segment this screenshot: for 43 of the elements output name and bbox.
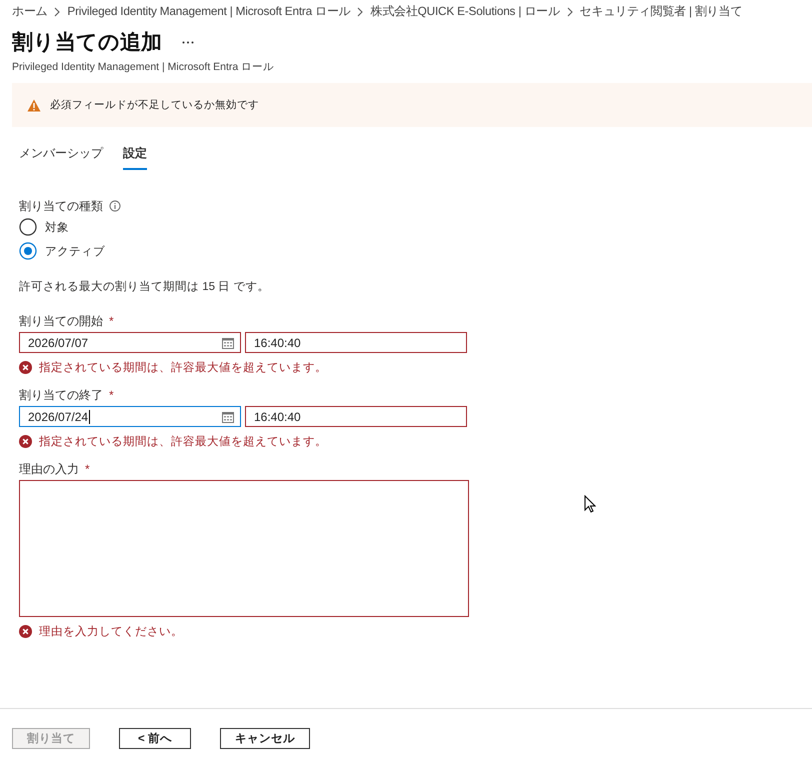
date-field[interactable]: 2026/07/24 (19, 406, 241, 427)
calendar-icon[interactable] (222, 337, 234, 349)
radio-button[interactable] (19, 242, 37, 260)
tab[interactable]: メンバーシップ (19, 141, 103, 170)
footer-button[interactable]: < 前へ (119, 728, 191, 749)
error-message: 指定されている期間は、許容最大値を超えています。 (39, 360, 327, 375)
breadcrumb-link[interactable]: セキュリティ閲覧者 | 割り当て (580, 4, 742, 20)
chevron-icon (357, 6, 364, 16)
page-title: 割り当ての追加 (12, 30, 162, 56)
more-icon[interactable] (182, 40, 194, 44)
warning-icon (27, 98, 41, 112)
breadcrumb-link[interactable]: ホーム (12, 4, 48, 20)
error-icon (19, 435, 32, 448)
chevron-icon (54, 6, 60, 16)
field-label: 理由の入力 (19, 460, 79, 478)
radio-button[interactable] (19, 218, 37, 236)
field-label: 割り当ての開始 (19, 312, 103, 330)
required-asterisk: * (109, 388, 114, 402)
radio-label: 対象 (45, 220, 69, 234)
time-field[interactable]: 16:40:40 (245, 332, 467, 353)
mouse-pointer-icon (584, 495, 596, 513)
page-subtitle: Privileged Identity Management | Microsoft Entra ロール (11, 60, 276, 74)
calendar-icon[interactable] (222, 411, 234, 423)
tab[interactable]: 設定 (123, 141, 147, 170)
reason-field[interactable] (19, 480, 469, 617)
required-asterisk: * (85, 462, 90, 476)
required-asterisk: * (109, 314, 114, 328)
error-message: 理由を入力してください。 (39, 624, 183, 639)
date-field[interactable]: 2026/07/07 (19, 332, 241, 353)
error-message: 指定されている期間は、許容最大値を超えています。 (39, 434, 327, 449)
max-duration-notice: 許可される最大の割り当て期間は 15 日 です。 (19, 280, 270, 294)
time-field[interactable]: 16:40:40 (245, 406, 467, 427)
footer-button[interactable]: キャンセル (220, 728, 310, 749)
radio-label: アクティブ (45, 244, 105, 258)
error-icon (19, 361, 32, 374)
error-icon (19, 625, 32, 638)
info-icon[interactable] (109, 200, 121, 212)
breadcrumb-link[interactable]: 株式会社QUICK E-Solutions | ロール (370, 4, 560, 20)
field-label: 割り当ての終了 (19, 386, 103, 404)
field-label: 割り当ての種類 (19, 198, 103, 214)
breadcrumb-link[interactable]: Privileged Identity Management | Microsoft Entra ロール (67, 4, 350, 20)
alert-text: 必須フィールドが不足しているか無効です (50, 98, 259, 112)
chevron-icon (566, 6, 573, 16)
